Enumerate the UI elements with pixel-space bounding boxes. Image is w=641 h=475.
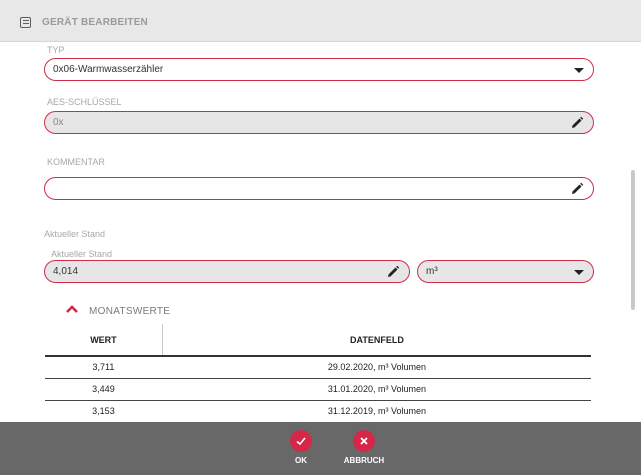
typ-value: 0x06-Warmwasserzähler: [53, 64, 164, 75]
dialog-title: GERÄT BEARBEITEN: [42, 17, 148, 28]
unit-value: m³: [426, 266, 438, 277]
col-header-wert[interactable]: WERT: [45, 324, 163, 357]
checkmark-icon: [296, 437, 306, 446]
kommentar-field[interactable]: [44, 177, 594, 200]
unit-select[interactable]: m³: [417, 260, 594, 283]
stand-field[interactable]: 4,014: [44, 260, 410, 283]
dropdown-caret-icon: [574, 270, 584, 275]
cell-datenfeld: 29.02.2020, m³ Volumen: [162, 356, 591, 379]
edit-pencil-icon[interactable]: [386, 265, 400, 279]
stand-value: 4,014: [53, 266, 79, 277]
cell-wert: 3,711: [45, 356, 163, 379]
table-row[interactable]: 3,711 29.02.2020, m³ Volumen: [45, 356, 591, 379]
edit-pencil-icon[interactable]: [570, 182, 584, 196]
table-row[interactable]: 3,449 31.01.2020, m³ Volumen: [45, 378, 591, 401]
monatswerte-table: WERT DATENFELD 3,711 29.02.2020, m³ Volu…: [45, 324, 591, 423]
dialog-footer: OK ABBRUCH: [0, 422, 641, 475]
aes-key-field[interactable]: 0x: [44, 111, 594, 134]
cell-wert: 3,153: [45, 400, 163, 423]
stand-section-label: Aktueller Stand: [44, 229, 106, 239]
cancel-button[interactable]: ABBRUCH: [334, 430, 394, 465]
cell-datenfeld: 31.12.2019, m³ Volumen: [162, 400, 591, 423]
typ-select[interactable]: 0x06-Warmwasserzähler: [44, 58, 594, 81]
ok-button[interactable]: OK: [271, 430, 331, 465]
edit-pencil-icon[interactable]: [570, 116, 584, 130]
cell-wert: 3,449: [45, 378, 163, 401]
ok-label: OK: [295, 456, 307, 465]
stand-label: Aktueller Stand: [51, 249, 113, 259]
aes-value: 0x: [53, 117, 64, 128]
aes-label: AES-SCHLÜSSEL: [47, 97, 122, 107]
dropdown-caret-icon: [574, 68, 584, 73]
chevron-up-icon[interactable]: [66, 304, 78, 314]
cancel-label: ABBRUCH: [343, 456, 385, 465]
col-header-datenfeld[interactable]: DATENFELD: [162, 324, 591, 357]
kommentar-label: KOMMENTAR: [47, 157, 105, 167]
cell-datenfeld: 31.01.2020, m³ Volumen: [162, 378, 591, 401]
monatswerte-title[interactable]: MONATSWERTE: [89, 306, 170, 317]
close-icon: [360, 437, 368, 445]
document-icon: [20, 17, 31, 28]
scrollbar-thumb[interactable]: [631, 170, 635, 310]
dialog-header: GERÄT BEARBEITEN: [0, 0, 641, 42]
table-row[interactable]: 3,153 31.12.2019, m³ Volumen: [45, 400, 591, 423]
typ-label: TYP: [47, 45, 65, 55]
